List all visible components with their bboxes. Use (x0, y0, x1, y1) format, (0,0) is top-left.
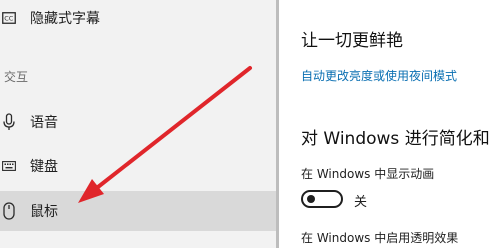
mouse-icon (2, 201, 16, 221)
closed-captions-icon: CC (2, 8, 16, 28)
section-title-simplify: 对 Windows 进行简化和 (301, 129, 490, 149)
page-title: 让一切更鲜艳 (301, 31, 403, 51)
sidebar-item-label: 语音 (30, 115, 58, 131)
keyboard-icon (2, 156, 16, 176)
svg-text:CC: CC (4, 15, 14, 23)
section-header-interaction: 交互 (4, 70, 29, 84)
transparency-label: 在 Windows 中启用透明效果 (301, 231, 459, 245)
sidebar-item-closed-captions[interactable]: CC 隐藏式字幕 (0, 0, 276, 38)
animations-toggle-state: 关 (354, 195, 368, 210)
brightness-night-light-link[interactable]: 自动更改亮度或使用夜间模式 (301, 67, 457, 84)
sidebar-item-label: 鼠标 (30, 204, 58, 220)
sidebar-item-speech[interactable]: 语音 (0, 102, 276, 142)
sidebar-item-mouse[interactable]: 鼠标 (0, 191, 276, 231)
sidebar: CC 隐藏式字幕 交互 语音 键盘 鼠标 (0, 0, 276, 248)
sidebar-item-label: 隐藏式字幕 (30, 11, 100, 27)
sidebar-item-label: 键盘 (30, 159, 58, 175)
main-content: 让一切更鲜艳 自动更改亮度或使用夜间模式 对 Windows 进行简化和 在 W… (279, 0, 490, 248)
microphone-icon (2, 112, 16, 132)
animations-label: 在 Windows 中显示动画 (301, 167, 435, 181)
toggle-knob (307, 195, 315, 203)
sidebar-item-keyboard[interactable]: 键盘 (0, 146, 276, 186)
animations-toggle[interactable] (301, 190, 343, 208)
